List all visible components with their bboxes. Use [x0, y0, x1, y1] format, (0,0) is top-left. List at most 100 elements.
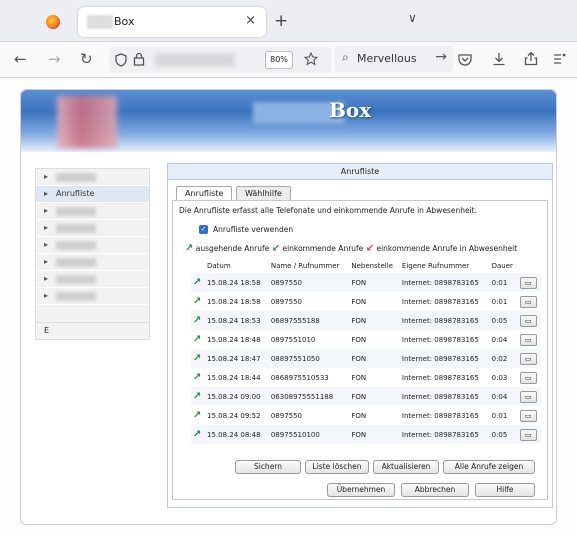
- table-row[interactable]: ↗ 15.08.24 18:48 0897551010 FON Internet: 08…: [191, 330, 541, 349]
- call-own-number: Internet: 0898783165: [401, 297, 479, 306]
- call-duration: 0:05: [489, 311, 518, 330]
- outgoing-call-icon: ↗: [193, 277, 202, 288]
- call-datetime: 15.08.24 18:48: [207, 335, 261, 344]
- show-all-calls-button[interactable]: Alle Anrufe zeigen: [443, 460, 535, 474]
- table-row[interactable]: ↗ 15.08.24 09:52 0897550 FON Internet: 08987…: [191, 406, 541, 425]
- apply-button[interactable]: Übernehmen: [327, 483, 395, 497]
- zoom-indicator[interactable]: 80%: [265, 51, 293, 69]
- new-tab-icon[interactable]: +: [274, 11, 288, 31]
- reload-icon[interactable]: ↻: [80, 50, 93, 68]
- download-icon[interactable]: [492, 52, 506, 66]
- sidebar-item[interactable]: ▸: [36, 203, 149, 220]
- extensions-icon[interactable]: [552, 51, 567, 66]
- bookmark-star-icon[interactable]: [304, 52, 318, 66]
- table-row[interactable]: ↗ 15.08.24 18:44 0868975510533 FON Internet:…: [191, 368, 541, 387]
- sidebar-item-label: E: [44, 326, 50, 335]
- use-call-list-checkbox[interactable]: ✓: [199, 225, 208, 234]
- legend-incoming: einkommende Anrufe: [282, 244, 364, 253]
- col-datum: Datum: [207, 262, 231, 270]
- call-duration: 0:04: [491, 335, 508, 344]
- call-own-number: Internet: 0898783165: [399, 425, 490, 444]
- call-number: 0897550: [268, 273, 350, 292]
- call-own-number: Internet: 0898783165: [399, 349, 490, 368]
- cancel-button[interactable]: Abbrechen: [401, 483, 469, 497]
- tab-title: Box: [114, 15, 135, 28]
- url-bar[interactable]: [109, 47, 331, 73]
- router-header: Box: [21, 90, 556, 152]
- call-duration: 0:05: [489, 425, 518, 444]
- sidebar-item[interactable]: ▸: [36, 254, 149, 271]
- phonebook-icon[interactable]: ▭: [519, 295, 537, 308]
- outgoing-call-icon: ↗: [193, 315, 202, 326]
- help-button[interactable]: Hilfe: [475, 483, 535, 497]
- call-extension: FON: [349, 387, 400, 406]
- search-box[interactable]: ⌕ Mervellous →: [335, 46, 453, 72]
- sidebar-item[interactable]: ▸: [36, 237, 149, 254]
- call-datetime: 15.08.24 18:47: [205, 349, 269, 368]
- table-row[interactable]: ↗ 15.08.24 18:58 0897550 FON Internet: 08987…: [191, 292, 541, 311]
- call-number: 0897551010: [270, 335, 316, 344]
- sidebar-item-anrufliste[interactable]: ▸ Anrufliste: [36, 186, 149, 203]
- tab-list-icon[interactable]: ∨: [408, 11, 417, 25]
- call-datetime: 15.08.24 08:48: [205, 425, 269, 444]
- phonebook-icon[interactable]: ▭: [519, 352, 537, 365]
- tab-anrufliste[interactable]: Anrufliste: [176, 186, 233, 201]
- router-logo: [57, 96, 117, 148]
- share-icon[interactable]: [524, 51, 538, 66]
- phonebook-icon[interactable]: ▭: [519, 276, 537, 289]
- table-row[interactable]: ↗ 15.08.24 18:58 0897550 FON Internet: 08987…: [191, 273, 541, 292]
- lock-icon[interactable]: [133, 52, 145, 67]
- forward-icon[interactable]: →: [48, 50, 61, 68]
- outgoing-call-icon: ↗: [193, 429, 202, 440]
- phonebook-icon[interactable]: ▭: [519, 390, 537, 403]
- call-number: 06308975551188: [268, 387, 350, 406]
- phonebook-icon[interactable]: ▭: [519, 314, 537, 327]
- call-duration: 0:01: [489, 273, 518, 292]
- sidebar-item[interactable]: ▸: [36, 220, 149, 237]
- call-extension: FON: [349, 425, 400, 444]
- phonebook-icon[interactable]: ▭: [519, 371, 537, 384]
- pocket-icon[interactable]: [458, 53, 472, 66]
- shield-icon[interactable]: [115, 53, 127, 67]
- tab-waehlhilfe[interactable]: Wählhilfe: [236, 186, 291, 200]
- table-row[interactable]: ↗ 15.08.24 18:53 06897555188 FON Internet: 0…: [191, 311, 541, 330]
- description-text: Die Anrufliste erfasst alle Telefonate u…: [179, 206, 477, 215]
- call-datetime: 15.08.24 18:44: [207, 373, 261, 382]
- legend-missed: einkommende Anrufe in Abwesenheit: [376, 244, 518, 253]
- call-extension: FON: [351, 373, 367, 382]
- col-nebenstelle: Nebenstelle: [351, 262, 393, 270]
- sidebar-item[interactable]: ▸: [36, 169, 149, 186]
- call-extension: FON: [351, 335, 367, 344]
- sidebar-item[interactable]: ▸: [36, 271, 149, 288]
- refresh-button[interactable]: Aktualisieren: [373, 460, 439, 474]
- sidebar-item[interactable]: ▸: [36, 288, 149, 305]
- search-go-icon[interactable]: →: [435, 49, 447, 65]
- browser-tab[interactable]: Box ×: [78, 7, 266, 37]
- call-own-number: Internet: 0898783165: [401, 411, 479, 420]
- call-own-number: Internet: 0898783165: [401, 335, 479, 344]
- call-datetime: 15.08.24 18:58: [205, 273, 269, 292]
- phonebook-icon[interactable]: ▭: [519, 428, 537, 441]
- table-row[interactable]: ↗ 15.08.24 18:47 08897551050 FON Internet: 0…: [191, 349, 541, 368]
- phonebook-icon[interactable]: ▭: [519, 333, 537, 346]
- clear-list-button[interactable]: Liste löschen: [305, 460, 369, 474]
- tab-close-icon[interactable]: ×: [245, 13, 256, 28]
- outgoing-call-icon: ↗: [193, 410, 202, 421]
- sidebar-item-second[interactable]: E: [35, 322, 150, 340]
- col-name: Name / Rufnummer: [270, 262, 340, 270]
- call-own-number: Internet: 0898783165: [399, 311, 490, 330]
- missed-call-icon: ↙: [365, 243, 375, 254]
- sidebar-menu: ▸ ▸ Anrufliste ▸ ▸ ▸ ▸ ▸ ▸: [35, 168, 150, 326]
- header-title: Box: [329, 98, 372, 122]
- call-duration: 0:01: [491, 411, 508, 420]
- call-list-content: Die Anrufliste erfasst alle Telefonate u…: [172, 200, 548, 500]
- back-icon[interactable]: ←: [14, 50, 27, 68]
- table-row[interactable]: ↗ 15.08.24 08:48 08975510100 FON Internet: 0…: [191, 425, 541, 444]
- router-page: Box ▸ ▸ Anrufliste ▸ ▸ ▸ ▸ ▸ ▸ E Anruflis…: [20, 89, 557, 525]
- panel-title: Anrufliste: [168, 164, 552, 180]
- call-table: Datum Name / Rufnummer Nebenstelle Eigen…: [191, 259, 541, 444]
- table-row[interactable]: ↗ 15.08.24 09:00 06308975551188 FON Internet…: [191, 387, 541, 406]
- phonebook-icon[interactable]: ▭: [519, 409, 537, 422]
- favicon-icon: [87, 15, 113, 29]
- save-button[interactable]: Sichern: [235, 460, 301, 474]
